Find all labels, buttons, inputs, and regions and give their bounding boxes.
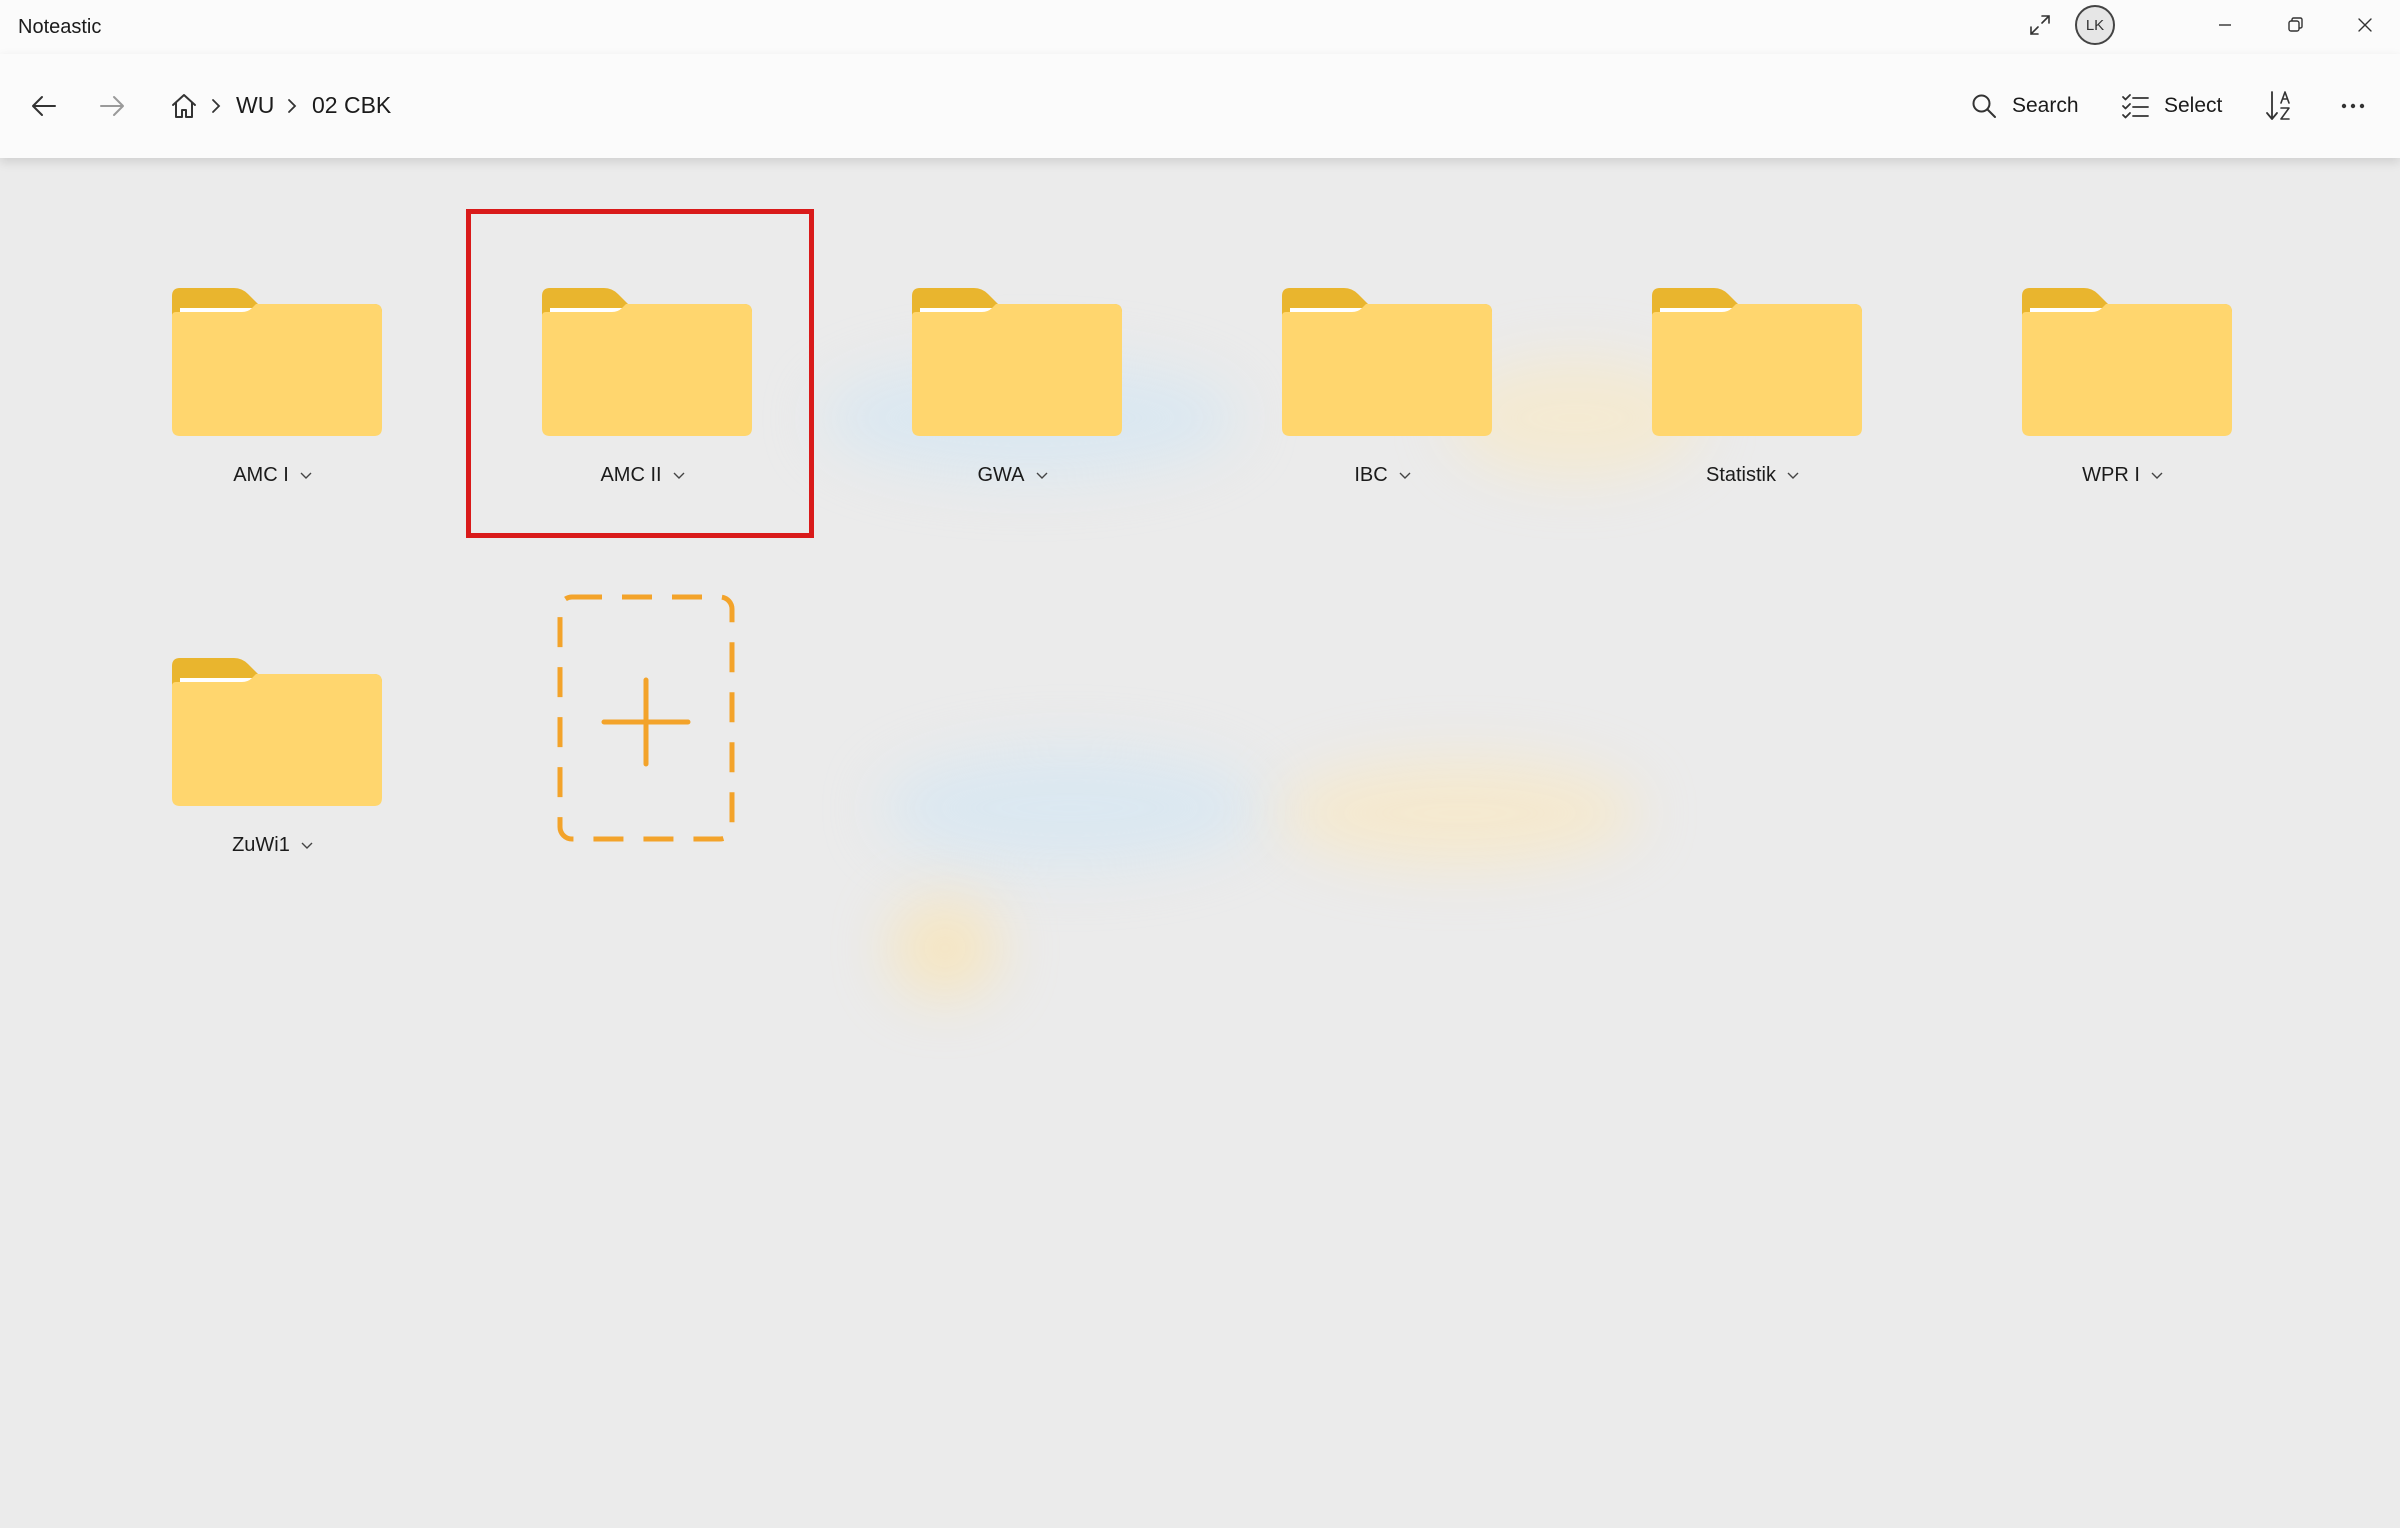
folder-name: WPR I bbox=[2082, 464, 2140, 486]
folder-item[interactable]: AMC I bbox=[128, 274, 388, 514]
folder-name: AMC I bbox=[233, 464, 289, 486]
folder-item[interactable]: WPR I bbox=[1978, 274, 2238, 514]
selection-highlight bbox=[466, 209, 814, 538]
chevron-down-icon[interactable] bbox=[1786, 471, 1800, 481]
background-decoration bbox=[890, 898, 1000, 998]
app-title: Noteastic bbox=[18, 16, 102, 38]
folder-grid: AMC I AMC II GWA IBC Statistik WPR I ZuW… bbox=[0, 158, 2400, 1528]
select-button[interactable]: Select bbox=[2120, 86, 2222, 126]
folder-item[interactable]: IBC bbox=[1238, 274, 1498, 514]
checklist-icon bbox=[2122, 94, 2149, 119]
minimize-button[interactable] bbox=[2200, 0, 2250, 50]
plus-icon bbox=[557, 594, 735, 842]
breadcrumb-item-current[interactable]: 02 CBK bbox=[312, 92, 391, 119]
breadcrumb-item-wu[interactable]: WU bbox=[236, 92, 274, 119]
folder-icon bbox=[172, 658, 382, 806]
folder-icon bbox=[172, 288, 382, 436]
chevron-right-icon bbox=[212, 99, 221, 113]
search-button[interactable]: Search bbox=[1970, 86, 2079, 126]
app-window: Noteastic LK WU 02 CBK Search Select AMC… bbox=[0, 0, 2400, 1528]
home-icon bbox=[172, 94, 196, 118]
arrow-left-icon bbox=[32, 96, 56, 116]
restore-icon bbox=[2288, 17, 2303, 32]
folder-icon bbox=[1652, 288, 1862, 436]
folder-item[interactable]: ZuWi1 bbox=[128, 644, 388, 884]
back-button[interactable] bbox=[22, 84, 66, 128]
background-decoration bbox=[880, 748, 1260, 868]
chevron-down-icon[interactable] bbox=[2150, 471, 2164, 481]
folder-item[interactable]: GWA bbox=[868, 274, 1128, 514]
more-horizontal-icon bbox=[2341, 103, 2365, 109]
close-icon bbox=[2358, 18, 2372, 32]
search-icon bbox=[1972, 94, 1996, 118]
more-button[interactable] bbox=[2338, 86, 2368, 126]
home-button[interactable] bbox=[162, 84, 206, 128]
expand-button[interactable] bbox=[2020, 0, 2060, 50]
folder-name: Statistik bbox=[1705, 464, 1777, 486]
command-bar: WU 02 CBK Search Select bbox=[0, 54, 2400, 158]
restore-button[interactable] bbox=[2270, 0, 2320, 50]
search-label: Search bbox=[2012, 94, 2079, 117]
chevron-down-icon[interactable] bbox=[300, 841, 314, 851]
title-bar: Noteastic LK bbox=[0, 0, 2400, 54]
chevron-down-icon[interactable] bbox=[299, 471, 313, 481]
folder-icon bbox=[1282, 288, 1492, 436]
expand-icon bbox=[2030, 15, 2050, 35]
select-label: Select bbox=[2164, 94, 2223, 117]
arrow-right-icon bbox=[100, 96, 124, 116]
folder-icon bbox=[912, 288, 1122, 436]
folder-name: IBC bbox=[1354, 464, 1388, 486]
user-avatar[interactable]: LK bbox=[2075, 5, 2115, 45]
add-folder-button[interactable] bbox=[557, 594, 735, 842]
background-decoration bbox=[1280, 758, 1640, 868]
sort-button[interactable] bbox=[2264, 86, 2296, 126]
chevron-down-icon[interactable] bbox=[1398, 471, 1412, 481]
folder-item[interactable]: Statistik bbox=[1608, 274, 1868, 514]
close-button[interactable] bbox=[2340, 0, 2390, 50]
chevron-right-icon bbox=[288, 99, 297, 113]
folder-name: ZuWi1 bbox=[232, 834, 290, 856]
sort-az-icon bbox=[2266, 91, 2290, 120]
folder-icon bbox=[2022, 288, 2232, 436]
folder-name: GWA bbox=[977, 464, 1025, 486]
minimize-icon bbox=[2219, 24, 2231, 26]
chevron-down-icon[interactable] bbox=[1035, 471, 1049, 481]
forward-button[interactable] bbox=[90, 84, 134, 128]
